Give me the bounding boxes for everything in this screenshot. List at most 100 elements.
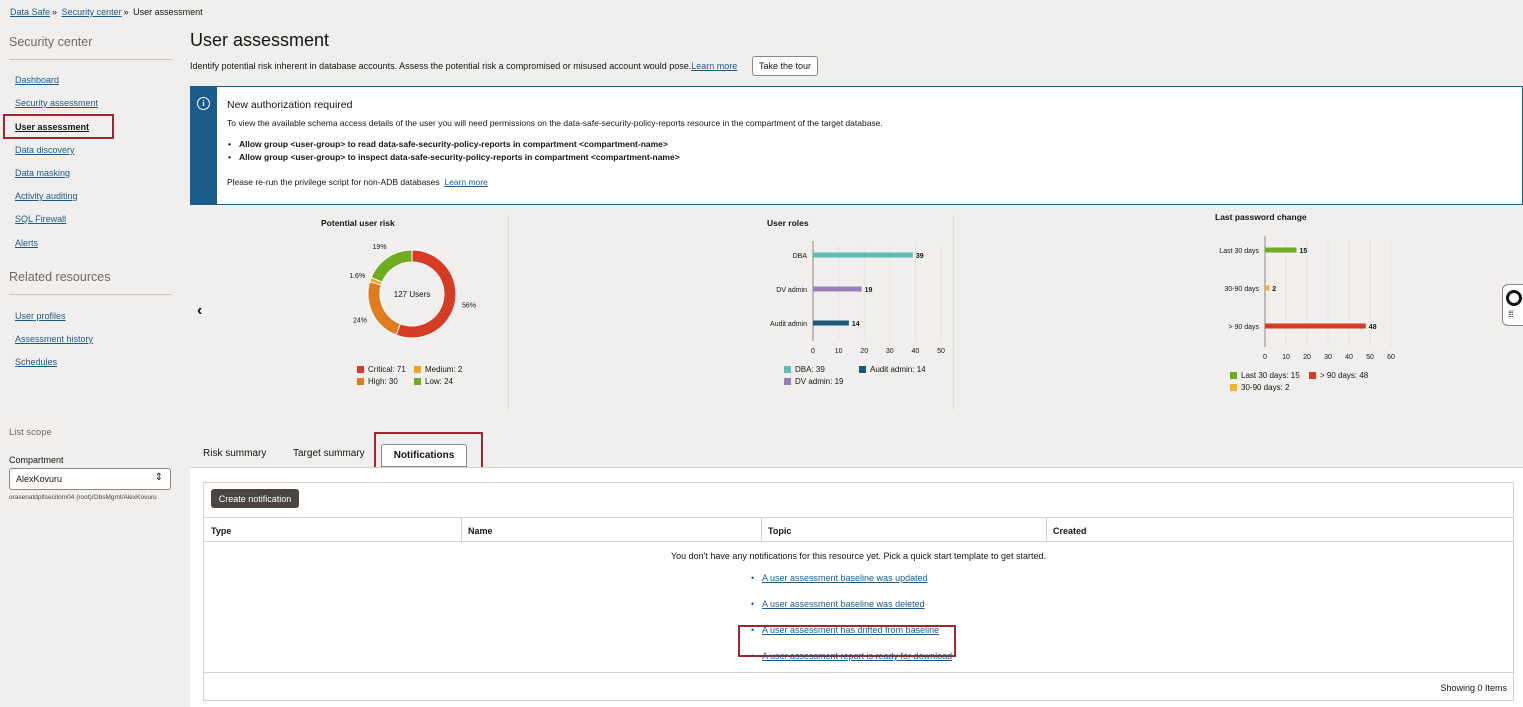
item-count: Showing 0 Items xyxy=(1440,683,1507,693)
sidebar-item-alerts[interactable]: Alerts xyxy=(15,238,38,248)
info-icon: i xyxy=(197,97,210,110)
column-divider xyxy=(761,518,762,542)
column-divider xyxy=(461,518,462,542)
legend-critical: Critical: 71 xyxy=(357,365,406,374)
table-footer: Showing 0 Items xyxy=(204,672,1513,701)
donut-center-label: 127 Users xyxy=(394,290,430,299)
x-tick-label: 10 xyxy=(1282,354,1290,361)
intro-text: Identify potential risk inherent in data… xyxy=(190,61,692,71)
x-tick-label: 0 xyxy=(811,348,815,355)
notifications-panel: Create notification Type Name Topic Crea… xyxy=(190,467,1523,707)
bar-value-label: 15 xyxy=(1300,248,1308,255)
y-tick-label: DV admin xyxy=(776,287,807,294)
template-link-baseline-deleted[interactable]: A user assessment baseline was deleted xyxy=(751,599,925,609)
x-tick-label: 30 xyxy=(886,348,894,355)
sidebar-item-schedules[interactable]: Schedules xyxy=(15,357,57,367)
learn-more-link[interactable]: Learn more xyxy=(691,61,737,71)
bar-value-label: 14 xyxy=(852,321,860,328)
template-link-baseline-updated[interactable]: A user assessment baseline was updated xyxy=(751,573,928,583)
y-tick-label: Last 30 days xyxy=(1219,248,1259,255)
apps-grid-icon: ⁞⁞⁞ xyxy=(1508,309,1513,319)
sidebar-item-dashboard[interactable]: Dashboard xyxy=(15,75,59,85)
page-intro: Identify potential risk inherent in data… xyxy=(190,61,737,71)
slice-label: 56% xyxy=(462,303,476,310)
slice-label: 19% xyxy=(373,244,387,251)
x-tick-label: 20 xyxy=(1303,354,1311,361)
sidebar-item-activity-auditing[interactable]: Activity auditing xyxy=(15,191,78,201)
x-tick-label: 50 xyxy=(1366,354,1374,361)
bar-audit-admin xyxy=(813,320,849,326)
tab-risk-summary[interactable]: Risk summary xyxy=(203,448,266,459)
alert-bullet: Allow group <user-group> to read data-sa… xyxy=(227,139,680,149)
legend-dv-admin: DV admin: 19 xyxy=(784,377,843,386)
chart-title-password-change: Last password change xyxy=(1215,212,1307,222)
x-tick-label: 50 xyxy=(937,348,945,355)
x-tick-label: 40 xyxy=(1345,354,1353,361)
table-header: Type Name Topic Created xyxy=(204,517,1513,542)
notifications-table: Create notification Type Name Topic Crea… xyxy=(203,482,1514,701)
legend-label: > 90 days: 48 xyxy=(1320,371,1369,380)
y-tick-label: Audit admin xyxy=(770,321,807,328)
help-widget[interactable]: ⁞⁞⁞ xyxy=(1502,284,1523,326)
sidebar-item-security-assessment[interactable]: Security assessment xyxy=(15,98,98,108)
chart-divider xyxy=(508,215,509,410)
x-tick-label: 10 xyxy=(835,348,843,355)
legend-label: DV admin: 19 xyxy=(795,377,844,386)
legend-high: High: 30 xyxy=(357,377,398,386)
template-link-report-ready[interactable]: A user assessment report is ready for do… xyxy=(751,651,952,661)
compartment-select[interactable]: AlexKovuru ⇕ xyxy=(9,468,171,490)
slice-label: 24% xyxy=(353,318,367,325)
legend-swatch xyxy=(1230,372,1237,379)
chart-title-user-risk: Potential user risk xyxy=(321,218,395,228)
authorization-alert: i New authorization required To view the… xyxy=(190,86,1523,205)
tab-target-summary[interactable]: Target summary xyxy=(293,448,365,459)
list-scope-title: List scope xyxy=(9,427,52,438)
create-notification-button[interactable]: Create notification xyxy=(211,489,299,508)
legend-last-30: Last 30 days: 15 xyxy=(1230,371,1300,380)
column-header-topic[interactable]: Topic xyxy=(768,526,791,536)
chart-title-user-roles: User roles xyxy=(767,218,809,228)
bar-value-label: 19 xyxy=(865,287,873,294)
bar-value-label: 48 xyxy=(1369,324,1377,331)
legend-label: Low: 24 xyxy=(425,377,454,386)
legend-label: DBA: 39 xyxy=(795,365,825,374)
sidebar-item-data-discovery[interactable]: Data discovery xyxy=(15,145,75,155)
take-tour-button[interactable]: Take the tour xyxy=(752,56,818,76)
column-header-name[interactable]: Name xyxy=(468,526,493,536)
pie-slice-low xyxy=(370,249,413,283)
legend-swatch xyxy=(784,378,791,385)
alert-footer-text: Please re-run the privilege script for n… xyxy=(227,177,440,187)
x-tick-label: 60 xyxy=(1387,354,1395,361)
bar-value-label: 39 xyxy=(916,253,924,260)
slice-label: 1.6% xyxy=(349,273,365,280)
legend-over-90: > 90 days: 48 xyxy=(1309,371,1368,380)
y-tick-label: > 90 days xyxy=(1228,324,1259,331)
sidebar-heading: Security center xyxy=(9,35,93,49)
legend-swatch xyxy=(1230,384,1237,391)
alert-title: New authorization required xyxy=(227,99,353,111)
legend-swatch xyxy=(1309,372,1316,379)
sidebar-item-sql-firewall[interactable]: SQL Firewall xyxy=(15,214,66,224)
alert-body: To view the available schema access deta… xyxy=(227,118,883,128)
alert-learn-more-link[interactable]: Learn more xyxy=(444,177,487,187)
column-header-type[interactable]: Type xyxy=(211,526,231,536)
legend-swatch xyxy=(357,366,364,373)
sidebar-item-data-masking[interactable]: Data masking xyxy=(15,168,70,178)
y-tick-label: 30-90 days xyxy=(1224,286,1259,293)
legend-swatch xyxy=(784,366,791,373)
highlight-box xyxy=(3,114,114,139)
sidebar-item-user-profiles[interactable]: User profiles xyxy=(15,311,66,321)
empty-state-message: You don't have any notifications for thi… xyxy=(670,551,1047,561)
user-roles-bar-chart: 0 10 20 30 40 50 DBA 39 DV admin 19 Audit admin 14 xyxy=(770,241,945,355)
legend-label: Audit admin: 14 xyxy=(870,365,926,374)
bar-30-90-days xyxy=(1265,285,1270,291)
legend-label: Last 30 days: 15 xyxy=(1241,371,1300,380)
bar--90-days xyxy=(1265,323,1366,329)
legend-label: Critical: 71 xyxy=(368,365,406,374)
sidebar-item-assessment-history[interactable]: Assessment history xyxy=(15,334,93,344)
column-header-created[interactable]: Created xyxy=(1053,526,1087,536)
legend-30-90: 30-90 days: 2 xyxy=(1230,383,1289,392)
related-resources-heading: Related resources xyxy=(9,270,111,284)
alert-list: Allow group <user-group> to read data-sa… xyxy=(227,139,680,165)
carousel-prev-icon[interactable]: ‹ xyxy=(197,302,202,320)
